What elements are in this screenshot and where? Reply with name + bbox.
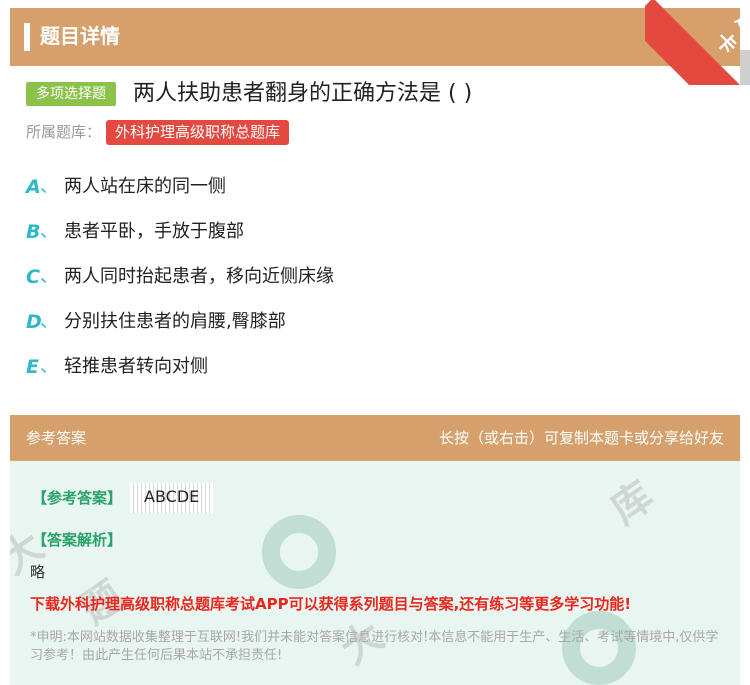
option-e[interactable]: E 、 轻推患者转向对侧 xyxy=(26,352,726,382)
answer-value: ABCDE xyxy=(130,483,214,513)
answer-label: 【参考答案】 xyxy=(32,489,123,507)
option-letter: A xyxy=(26,176,41,198)
header-marker xyxy=(24,23,30,51)
share-hint: 长按（或右击）可复制本题卡或分享给好友 xyxy=(438,429,724,447)
answer-header: 参考答案 长按（或右击）可复制本题卡或分享给好友 xyxy=(10,415,740,461)
option-letter: E xyxy=(26,356,39,378)
bank-label: 所属题库： xyxy=(26,123,102,141)
question-type-tag: 多项选择题 xyxy=(26,82,116,106)
option-text: 两人同时抬起患者，移向近侧床缘 xyxy=(64,266,334,287)
option-separator: 、 xyxy=(40,356,58,377)
option-b[interactable]: B 、 患者平卧，手放于腹部 xyxy=(26,217,726,247)
watermark-glyph: 库 xyxy=(602,472,662,534)
analysis-label: 【答案解析】 xyxy=(32,531,123,549)
watermark-logo xyxy=(262,515,336,589)
option-separator: 、 xyxy=(40,221,58,242)
option-letter: C xyxy=(26,266,40,288)
option-letter: B xyxy=(26,221,41,243)
option-c[interactable]: C 、 两人同时抬起患者，移向近侧床缘 xyxy=(26,262,726,292)
option-text: 患者平卧，手放于腹部 xyxy=(64,221,244,242)
answer-body: 大 题 大 库 【参考答案】 ABCDE 【答案解析】 略 下载外科护理高级职称… xyxy=(10,461,740,685)
page-title: 题目详情 xyxy=(40,24,120,48)
corner-shadow xyxy=(740,50,750,85)
answer-header-title: 参考答案 xyxy=(26,429,87,447)
analysis-text: 略 xyxy=(30,563,46,581)
option-text: 轻推患者转向对侧 xyxy=(64,356,208,377)
option-a[interactable]: A 、 两人站在床的同一侧 xyxy=(26,172,726,202)
bank-name-link[interactable]: 外科护理高级职称总题库 xyxy=(106,120,290,145)
option-d[interactable]: D 、 分别扶住患者的肩腰,臀膝部 xyxy=(26,307,726,337)
disclaimer-text: *申明:本网站数据收集整理于互联网!我们并未能对答案信息进行核对!本信息不能用于… xyxy=(30,630,719,663)
question-title: 两人扶助患者翻身的正确方法是 ( ) xyxy=(133,81,473,106)
option-separator: 、 xyxy=(40,311,58,332)
option-text: 两人站在床的同一侧 xyxy=(64,176,226,197)
app-download-promo[interactable]: 下载外科护理高级职称总题库考试APP可以获得系列题目与答案,还有练习等更多学习功… xyxy=(30,593,631,614)
header-bar: 题目详情 xyxy=(10,8,740,66)
corner-badge: 题卡 xyxy=(645,0,750,85)
option-separator: 、 xyxy=(40,176,58,197)
option-separator: 、 xyxy=(40,266,58,287)
option-text: 分别扶住患者的肩腰,臀膝部 xyxy=(64,311,286,332)
